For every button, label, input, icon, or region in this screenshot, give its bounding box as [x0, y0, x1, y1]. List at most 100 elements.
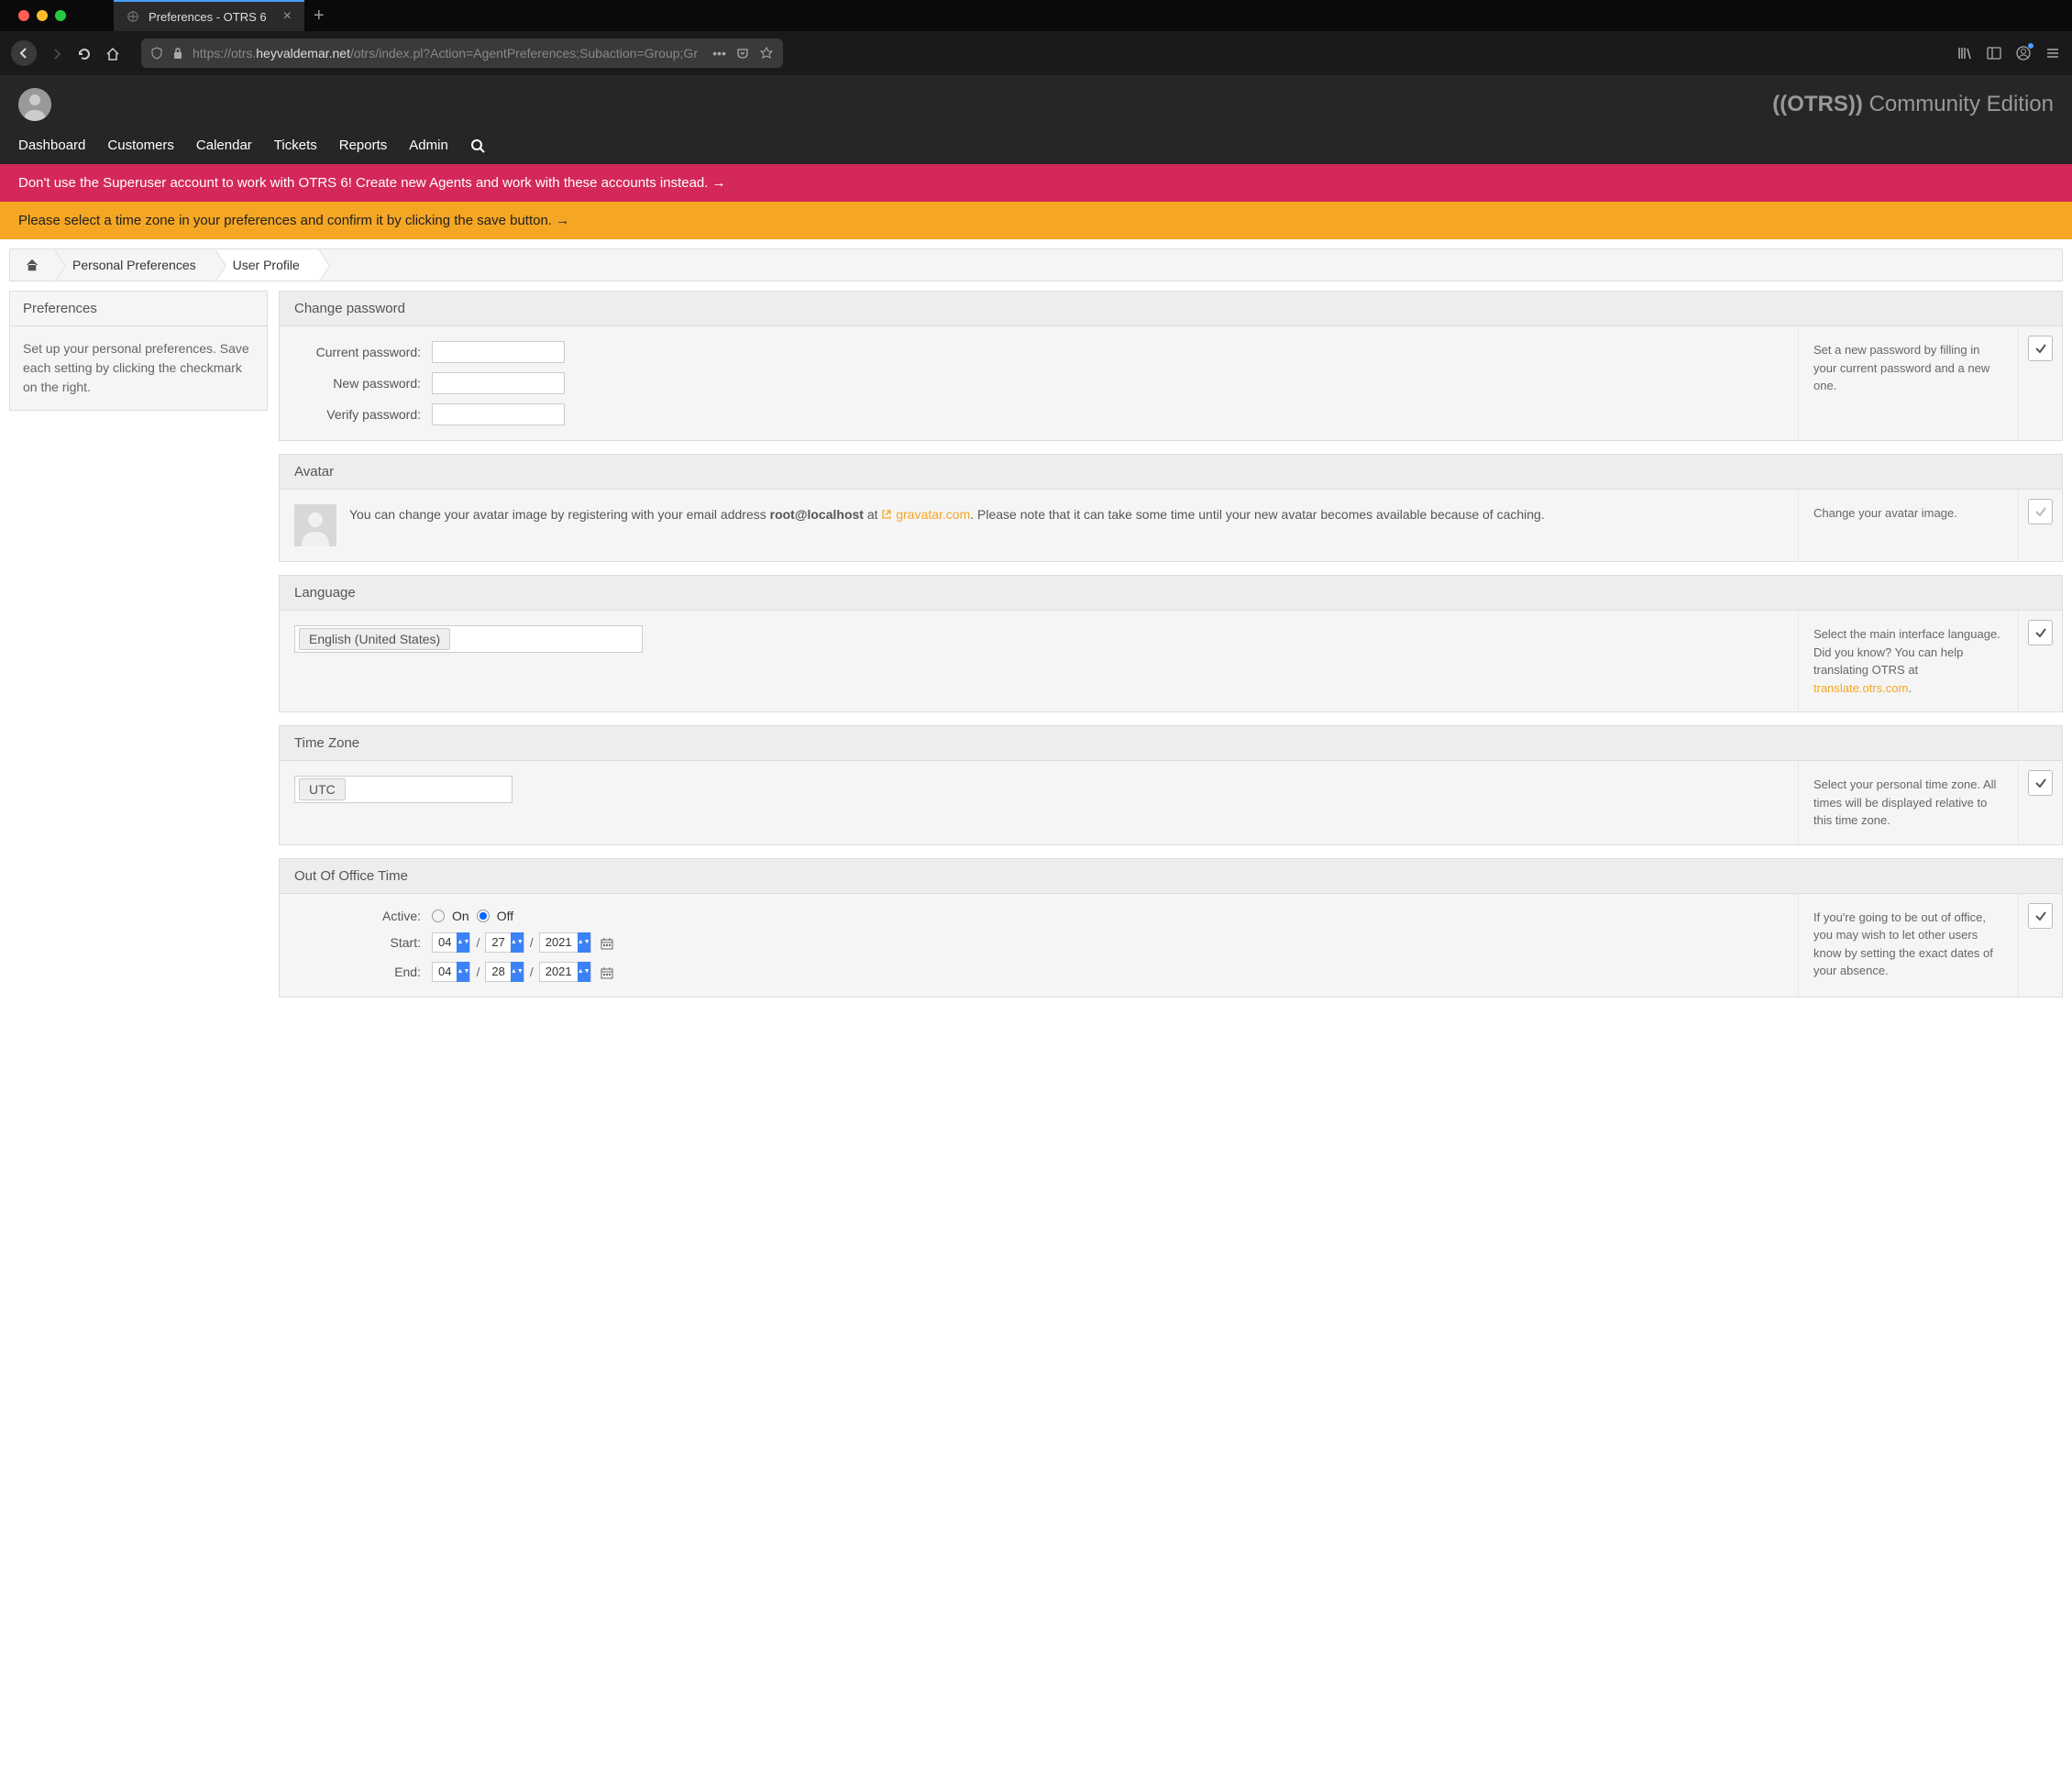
stepper-icon: ▲▼	[457, 932, 469, 953]
bookmark-star-icon[interactable]	[759, 46, 774, 61]
home-icon	[25, 258, 39, 272]
help-language: Select the main interface language. Did …	[1798, 611, 2018, 711]
end-year-select[interactable]: 2021▲▼	[539, 962, 591, 982]
nav-customers[interactable]: Customers	[107, 138, 174, 153]
tab-title: Preferences - OTRS 6	[149, 10, 267, 24]
calendar-icon[interactable]	[601, 934, 613, 949]
translate-link[interactable]: translate.otrs.com	[1813, 681, 1908, 695]
save-timezone-button[interactable]	[2028, 770, 2053, 796]
stepper-icon: ▲▼	[511, 962, 524, 982]
label-new-password: New password:	[294, 376, 432, 391]
nav-tickets[interactable]: Tickets	[274, 138, 317, 153]
section-title-password: Change password	[280, 292, 2062, 326]
shield-icon	[150, 47, 163, 60]
sidebar-desc: Set up your personal preferences. Save e…	[10, 326, 267, 410]
pocket-icon[interactable]	[735, 46, 750, 61]
tab-favicon	[127, 10, 139, 23]
breadcrumb-personal[interactable]: Personal Preferences	[54, 249, 215, 281]
nav-admin[interactable]: Admin	[409, 138, 448, 153]
alert-timezone[interactable]: Please select a time zone in your prefer…	[0, 202, 2072, 239]
label-verify-password: Verify password:	[294, 407, 432, 422]
check-icon	[2034, 626, 2047, 639]
menu-icon[interactable]	[2044, 45, 2061, 61]
arrow-left-icon	[17, 46, 31, 61]
url-text: https://otrs.heyvaldemar.net/otrs/index.…	[193, 46, 698, 61]
stepper-icon: ▲▼	[511, 932, 524, 953]
check-icon	[2034, 777, 2047, 789]
section-title-avatar: Avatar	[280, 455, 2062, 490]
sidebar-icon[interactable]	[1986, 45, 2002, 61]
help-timezone: Select your personal time zone. All time…	[1798, 761, 2018, 844]
forward-button[interactable]	[50, 44, 64, 63]
avatar-preview	[294, 504, 336, 546]
breadcrumb: Personal Preferences User Profile	[9, 248, 2063, 281]
window-maximize[interactable]	[55, 10, 66, 21]
label-ooo-start: Start:	[294, 935, 432, 950]
avatar-placeholder-icon	[18, 88, 51, 121]
save-password-button[interactable]	[2028, 336, 2053, 361]
reload-button[interactable]	[77, 44, 92, 63]
user-avatar[interactable]	[18, 88, 51, 121]
breadcrumb-home[interactable]	[10, 249, 54, 281]
stepper-icon: ▲▼	[457, 962, 469, 982]
start-month-select[interactable]: 04▲▼	[432, 932, 470, 953]
page-actions-icon[interactable]: •••	[712, 46, 726, 61]
start-day-select[interactable]: 27▲▼	[485, 932, 524, 953]
window-minimize[interactable]	[37, 10, 48, 21]
section-title-timezone: Time Zone	[280, 726, 2062, 761]
section-title-ooo: Out Of Office Time	[280, 859, 2062, 894]
search-icon[interactable]	[470, 138, 485, 153]
sidebar-title: Preferences	[10, 292, 267, 326]
language-select[interactable]: English (United States)	[294, 625, 643, 653]
home-icon	[105, 46, 121, 62]
section-title-language: Language	[280, 576, 2062, 611]
avatar-text: You can change your avatar image by regi…	[349, 504, 1545, 546]
help-avatar: Change your avatar image.	[1798, 490, 2018, 561]
save-ooo-button[interactable]	[2028, 903, 2053, 929]
label-ooo-active: Active:	[294, 909, 432, 923]
radio-ooo-on[interactable]	[432, 910, 445, 922]
save-avatar-button[interactable]	[2028, 499, 2053, 524]
label-current-password: Current password:	[294, 345, 432, 359]
account-icon[interactable]	[2015, 45, 2032, 61]
library-icon[interactable]	[1956, 45, 1973, 61]
input-verify-password[interactable]	[432, 403, 565, 425]
tab-close-icon[interactable]: ×	[283, 9, 292, 24]
help-password: Set a new password by filling in your cu…	[1798, 326, 2018, 440]
start-year-select[interactable]: 2021▲▼	[539, 932, 591, 953]
new-tab-button[interactable]: +	[314, 6, 325, 27]
check-icon	[2034, 505, 2047, 518]
url-bar[interactable]: https://otrs.heyvaldemar.net/otrs/index.…	[141, 39, 783, 68]
lock-icon	[172, 47, 183, 60]
nav-calendar[interactable]: Calendar	[196, 138, 252, 153]
stepper-icon: ▲▼	[578, 962, 590, 982]
nav-reports[interactable]: Reports	[339, 138, 388, 153]
end-month-select[interactable]: 04▲▼	[432, 962, 470, 982]
browser-tab[interactable]: Preferences - OTRS 6 ×	[114, 0, 304, 31]
window-close[interactable]	[18, 10, 29, 21]
gravatar-link[interactable]: gravatar.com	[881, 507, 970, 522]
alert-superuser[interactable]: Don't use the Superuser account to work …	[0, 164, 2072, 202]
label-off: Off	[497, 909, 513, 923]
back-button[interactable]	[11, 40, 37, 66]
nav-dashboard[interactable]: Dashboard	[18, 138, 85, 153]
input-new-password[interactable]	[432, 372, 565, 394]
timezone-select[interactable]: UTC	[294, 776, 512, 803]
check-icon	[2034, 910, 2047, 922]
reload-icon	[77, 47, 92, 61]
breadcrumb-user-profile: User Profile	[215, 249, 318, 281]
help-ooo: If you're going to be out of office, you…	[1798, 894, 2018, 997]
external-link-icon	[881, 509, 892, 520]
home-button[interactable]	[105, 44, 121, 63]
check-icon	[2034, 342, 2047, 355]
brand-label: ((OTRS)) Community Edition	[1772, 92, 2054, 117]
input-current-password[interactable]	[432, 341, 565, 363]
save-language-button[interactable]	[2028, 620, 2053, 645]
end-day-select[interactable]: 28▲▼	[485, 962, 524, 982]
label-ooo-end: End:	[294, 965, 432, 979]
stepper-icon: ▲▼	[578, 932, 590, 953]
calendar-icon[interactable]	[601, 964, 613, 978]
arrow-right-icon	[50, 47, 64, 61]
radio-ooo-off[interactable]	[477, 910, 490, 922]
label-on: On	[452, 909, 469, 923]
